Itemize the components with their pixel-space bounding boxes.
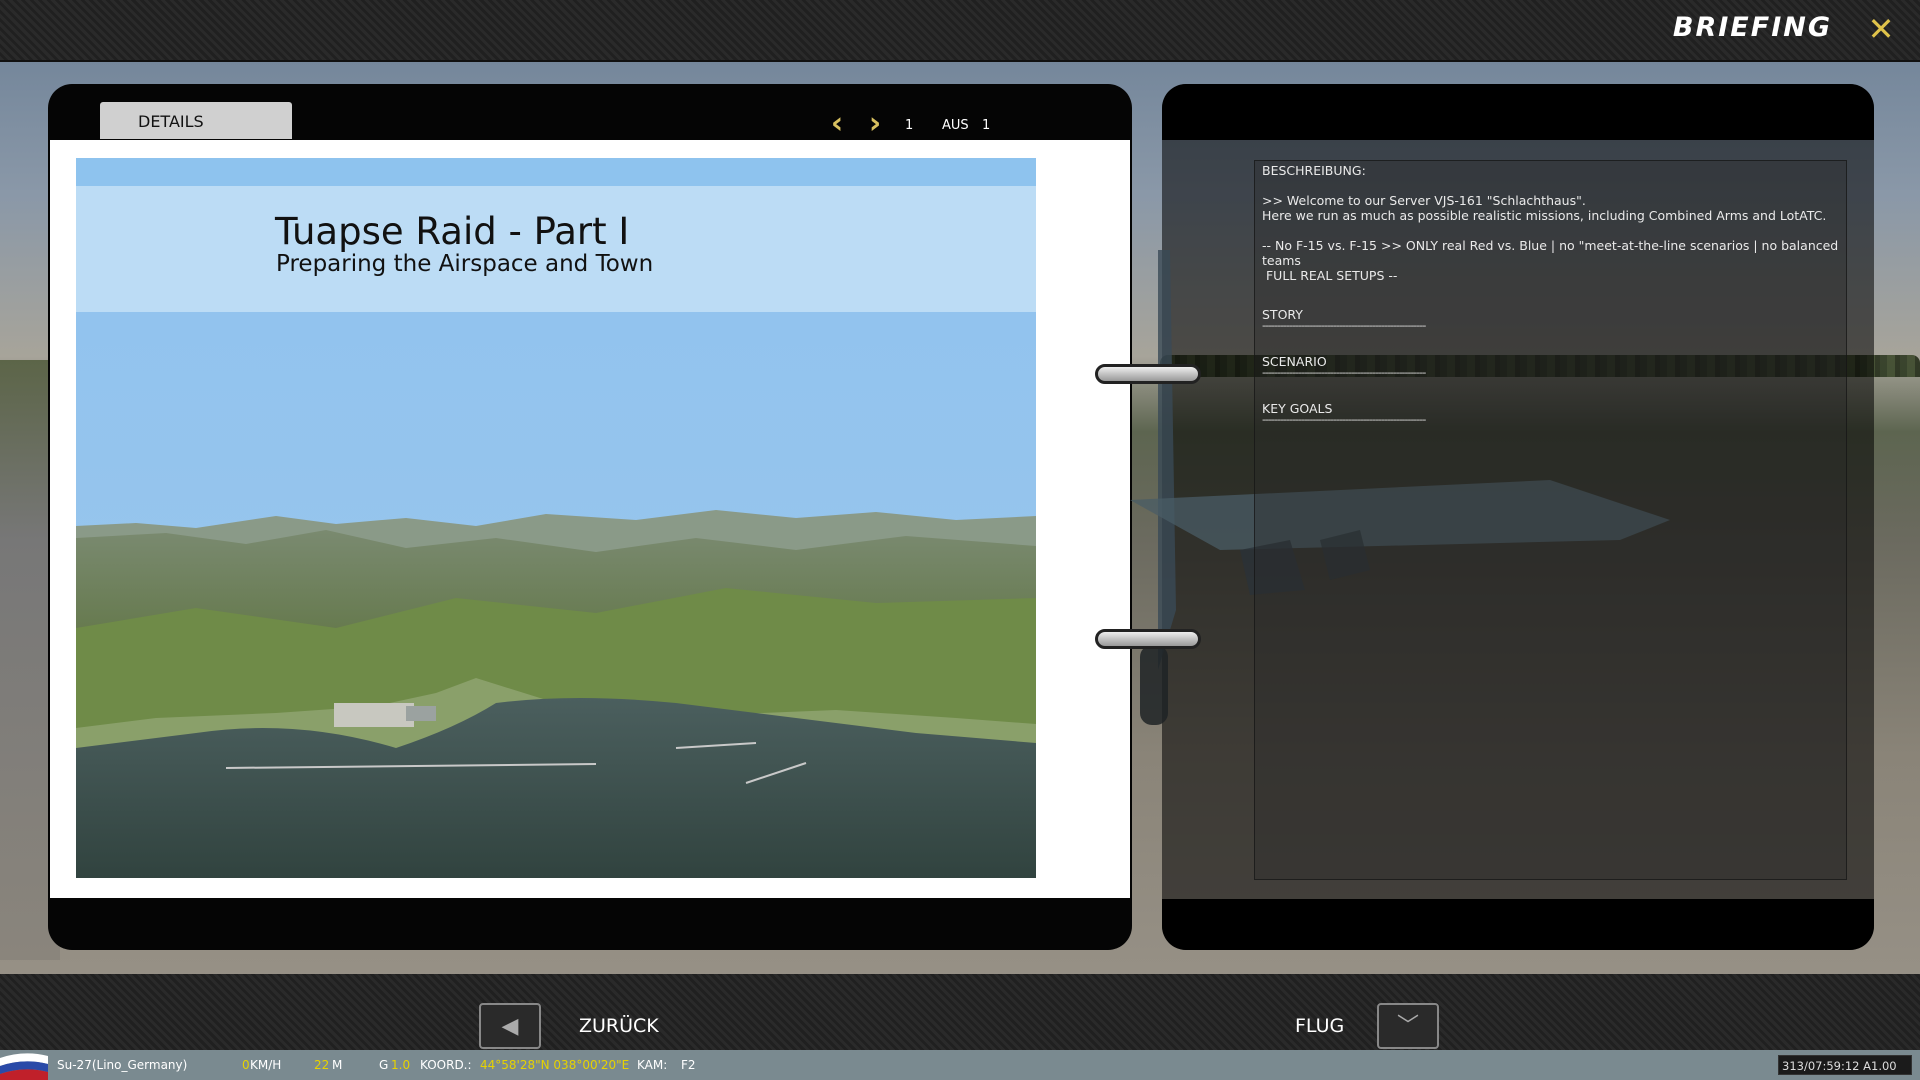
close-icon[interactable]: ✕: [1864, 12, 1898, 46]
title-bar: [0, 0, 1920, 62]
chevron-down-icon[interactable]: ﹀: [1377, 1003, 1439, 1049]
page-total: 1: [982, 118, 991, 133]
camera-value: F2: [681, 1058, 696, 1072]
unit-name: Su-27(Lino_Germany): [57, 1058, 188, 1072]
altitude-unit: M: [332, 1058, 343, 1072]
description-line: Here we run as much as possible realisti…: [1262, 208, 1827, 223]
description-line: >> Welcome to our Server VJS-161 "Schlac…: [1262, 193, 1586, 208]
mission-clock: 313/07:59:12 A1.00: [1778, 1055, 1912, 1075]
description-label: BESCHREIBUNG:: [1262, 163, 1366, 178]
coord-label: KOORD.:: [420, 1058, 472, 1072]
tab-details[interactable]: DETAILS: [100, 102, 292, 139]
right-page-header: [1162, 84, 1874, 140]
page-of-label: AUS: [942, 118, 969, 133]
camera-label: KAM:: [637, 1058, 668, 1072]
back-button[interactable]: ZURÜCK: [579, 1015, 659, 1037]
binder-ring: [1095, 629, 1201, 649]
right-page-footer: [1162, 899, 1874, 950]
terrain-illustration: [76, 510, 1036, 878]
briefing-image: Tuapse Raid - Part I Preparing the Airsp…: [76, 158, 1036, 878]
binder-ring: [1095, 364, 1201, 384]
coord-value: 44°58'28"N 038°00'20"E: [480, 1058, 630, 1072]
russia-flag-icon: [0, 1053, 48, 1080]
chevron-left-icon[interactable]: ‹: [824, 109, 850, 139]
g-label: G: [379, 1058, 389, 1072]
status-bar: Su-27(Lino_Germany) 0 KM/H 22 M G 1.0 KO…: [0, 1050, 1920, 1080]
section-separator: ----------------------------------------…: [1262, 413, 1426, 424]
section-separator: ----------------------------------------…: [1262, 366, 1426, 377]
g-value: 1.0: [391, 1058, 411, 1072]
speed-unit: KM/H: [250, 1058, 282, 1072]
bottom-navigation-bar: [0, 974, 1920, 1050]
mission-description: BESCHREIBUNG: >> Welcome to our Server V…: [1254, 160, 1847, 880]
altitude-value: 22: [314, 1058, 330, 1072]
chevron-right-icon[interactable]: ›: [862, 109, 888, 139]
description-line: -- No F-15 vs. F-15 >> ONLY real Red vs.…: [1262, 238, 1843, 268]
window-title: BRIEFING: [1672, 12, 1832, 43]
back-arrow-icon[interactable]: ◀: [479, 1003, 541, 1049]
fly-button[interactable]: FLUG: [1295, 1015, 1344, 1037]
speed-value: 0: [242, 1058, 250, 1072]
section-separator: ----------------------------------------…: [1262, 319, 1426, 330]
description-line: FULL REAL SETUPS --: [1262, 268, 1398, 283]
page-current: 1: [905, 118, 914, 133]
